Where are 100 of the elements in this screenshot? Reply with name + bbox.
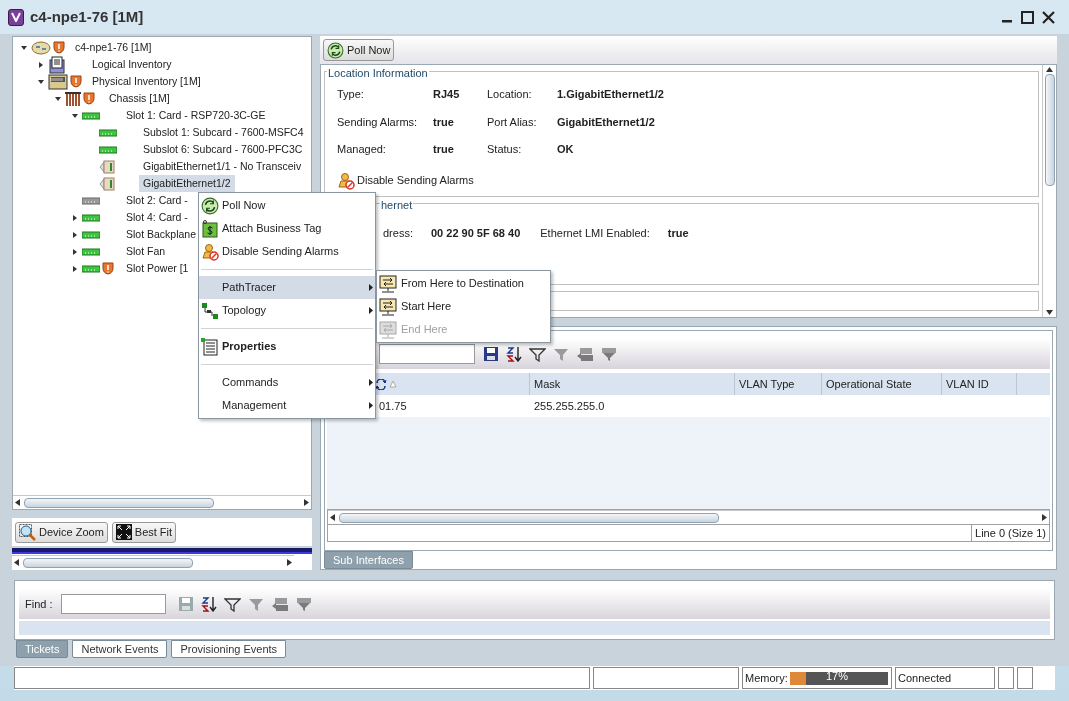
tree-item[interactable]: Slot Fan xyxy=(122,243,170,260)
menu-item[interactable]: Disable Sending Alarms xyxy=(199,240,375,263)
sort-icon[interactable] xyxy=(506,346,522,362)
card-icon xyxy=(82,247,100,256)
sort-icon[interactable] xyxy=(200,596,217,612)
menu-item[interactable]: PathTracer xyxy=(199,276,375,299)
tree-item[interactable]: Subslot 1: Subcard - 7600-MSFC4 xyxy=(139,124,308,141)
menu-item[interactable]: Properties xyxy=(199,335,375,358)
expand-arrow-icon[interactable] xyxy=(72,214,78,221)
field-label: dress: xyxy=(383,226,413,241)
menu-item[interactable]: Commands xyxy=(199,371,375,394)
field-value: OK xyxy=(557,142,575,157)
port-icon xyxy=(99,176,115,191)
scroll-right-icon[interactable] xyxy=(1042,514,1047,521)
path-tracer-icon xyxy=(379,320,397,339)
close-icon[interactable] xyxy=(1042,10,1055,24)
refresh-icon xyxy=(375,378,387,390)
connection-status: Connected xyxy=(895,667,995,689)
submenu-arrow-icon xyxy=(369,379,373,386)
collapse-arrow-icon[interactable] xyxy=(72,112,78,119)
tree-item[interactable]: Slot Power [1 xyxy=(122,260,193,277)
table-cell-text: 255.255.255.0 xyxy=(534,398,605,414)
expand-arrow-icon[interactable] xyxy=(38,61,44,68)
card-icon xyxy=(82,213,100,222)
menu-item[interactable]: Poll Now xyxy=(199,194,375,217)
alarm-off-icon xyxy=(201,242,219,261)
alarm-icon xyxy=(102,262,114,275)
tree-item[interactable]: Slot Backplane xyxy=(122,226,201,243)
find-field[interactable] xyxy=(379,344,475,364)
find-field[interactable] xyxy=(60,594,166,614)
scroll-up-icon[interactable] xyxy=(1046,67,1053,72)
device-zoom-button[interactable]: Device Zoom xyxy=(15,521,108,543)
scroll-right-icon[interactable] xyxy=(287,559,292,566)
alarm-icon xyxy=(53,41,65,54)
memory-reading: 17% xyxy=(826,670,849,683)
tree-item[interactable]: Physical Inventory [1M] xyxy=(88,73,205,90)
menu-item[interactable]: Topology xyxy=(199,299,375,322)
field-value: RJ45 xyxy=(433,87,461,102)
expand-arrow-icon[interactable] xyxy=(72,265,78,272)
card-icon xyxy=(99,145,117,154)
scroll-right-icon[interactable] xyxy=(304,499,309,506)
collapse-arrow-icon[interactable] xyxy=(55,95,61,102)
alarm-icon xyxy=(83,92,95,105)
scroll-left-icon[interactable] xyxy=(15,499,20,506)
expand-arrow-icon[interactable] xyxy=(72,231,78,238)
menu-item[interactable]: Attach Business Tag xyxy=(199,217,375,240)
tree-item[interactable]: Chassis [1M] xyxy=(105,90,174,107)
topology-icon xyxy=(202,302,218,319)
field-label: Port Alias: xyxy=(487,114,538,130)
scroll-down-icon[interactable] xyxy=(1046,310,1053,315)
card-icon xyxy=(82,230,100,239)
properties-icon xyxy=(201,337,219,356)
menu-item[interactable]: Management xyxy=(199,394,375,417)
app-logo-icon xyxy=(8,8,24,26)
disable-alarms-link[interactable]: Disable Sending Alarms xyxy=(357,172,474,189)
poll-now-button[interactable]: Poll Now xyxy=(323,39,395,61)
tag-icon xyxy=(202,219,218,238)
tree-item[interactable]: GigabitEthernet1/1 - No Transceiv xyxy=(139,158,306,175)
tree-item[interactable]: Logical Inventory xyxy=(88,56,176,73)
row-count: Line 0 (Size 1) xyxy=(971,525,1049,541)
rack-icon xyxy=(48,73,68,90)
window-title: c4-npe1-76 [1M] xyxy=(30,6,144,27)
tree-item[interactable]: Slot 2: Card - xyxy=(122,192,192,209)
tree-item[interactable]: Subslot 6: Subcard - 7600-PFC3C xyxy=(139,141,307,158)
refresh-icon xyxy=(201,196,219,215)
submenu-arrow-icon xyxy=(369,402,373,409)
submenu-arrow-icon xyxy=(369,284,373,291)
card-icon xyxy=(82,111,100,120)
collapse-arrow-icon[interactable] xyxy=(38,78,44,85)
horizontal-scrollbar[interactable] xyxy=(12,555,294,569)
maximize-icon[interactable] xyxy=(1021,10,1034,24)
scroll-left-icon[interactable] xyxy=(14,559,19,566)
vertical-scrollbar[interactable] xyxy=(1042,65,1056,317)
field-label: Status: xyxy=(487,142,523,157)
field-value: 00 22 90 5F 68 40 xyxy=(430,226,521,241)
field-value: GigabitEthernet1/2 xyxy=(557,114,656,130)
horizontal-scrollbar[interactable] xyxy=(328,510,1049,524)
collapse-arrow-icon[interactable] xyxy=(21,44,27,51)
expand-arrow-icon[interactable] xyxy=(72,248,78,255)
tree-item[interactable]: Slot 1: Card - RSP720-3C-GE xyxy=(122,107,270,124)
table-cell-text: 01.75 xyxy=(379,398,407,414)
field-value: true xyxy=(433,142,455,157)
tree-item[interactable]: Slot 4: Card - xyxy=(122,209,192,226)
submenu-arrow-icon xyxy=(369,307,373,314)
tab[interactable]: Provisioning Events xyxy=(171,640,287,658)
field-label: Type: xyxy=(337,87,365,102)
menu-item[interactable]: Start Here xyxy=(377,295,550,318)
tree-item[interactable]: c4-npe1-76 [1M] xyxy=(71,39,156,56)
refresh-icon xyxy=(327,41,344,59)
field-label: Managed: xyxy=(337,142,387,157)
tree-item[interactable]: GigabitEthernet1/2 xyxy=(139,175,235,192)
card-icon xyxy=(82,196,100,205)
save-icon[interactable] xyxy=(483,346,499,362)
tab[interactable]: Network Events xyxy=(72,640,168,658)
field-value: 1.GigabitEthernet1/2 xyxy=(557,87,665,102)
menu-item[interactable]: From Here to Destination xyxy=(377,272,550,295)
best-fit-button[interactable]: Best Fit xyxy=(111,521,177,543)
field-value: true xyxy=(667,226,689,241)
scroll-left-icon[interactable] xyxy=(330,514,335,521)
horizontal-scrollbar[interactable] xyxy=(13,495,311,509)
